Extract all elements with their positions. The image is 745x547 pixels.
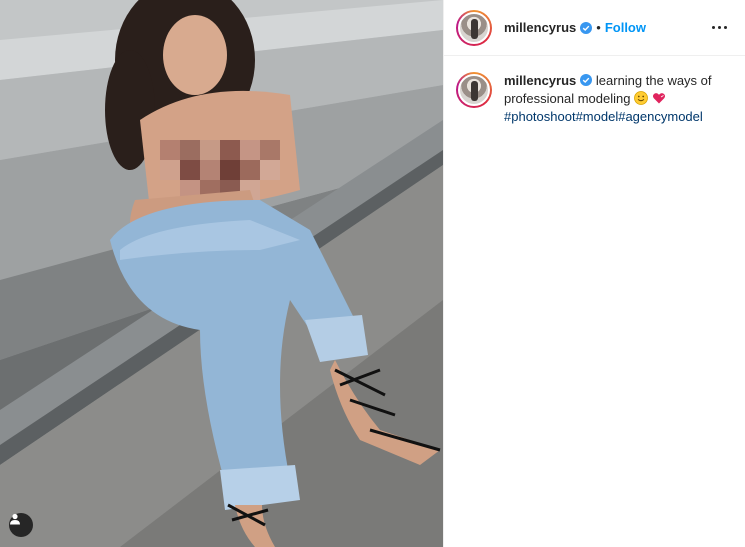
user-tag-button[interactable] (9, 513, 33, 537)
caption-text-line2: professional modeling (504, 91, 631, 106)
header-username[interactable]: millencyrus (504, 20, 576, 35)
hashtag-link[interactable]: #photoshoot (504, 109, 576, 124)
instagram-post: millencyrus • Follow millencyrus learnin… (0, 0, 745, 547)
verified-badge-icon (580, 74, 593, 86)
heart-emoji (652, 93, 665, 104)
more-options-icon[interactable] (708, 22, 731, 33)
caption-username[interactable]: millencyrus (504, 73, 576, 88)
story-ring[interactable] (456, 9, 492, 46)
separator-dot: • (596, 20, 601, 35)
caption-story-ring[interactable] (456, 72, 492, 108)
avatar[interactable] (458, 11, 490, 44)
caption-row: millencyrus learning the ways of profess… (444, 56, 745, 126)
photo-illustration (0, 0, 443, 547)
verified-badge-icon (580, 21, 593, 34)
hashtag-link[interactable]: #model (576, 109, 619, 124)
follow-button[interactable]: Follow (605, 20, 646, 35)
post-sidebar: millencyrus • Follow millencyrus learnin… (443, 0, 745, 547)
user-tag-icon (10, 513, 20, 525)
smiling-face-emoji (634, 91, 648, 105)
post-image[interactable] (0, 0, 443, 547)
caption-body: millencyrus learning the ways of profess… (504, 72, 729, 126)
caption-text-line1: learning the ways of (595, 73, 712, 88)
hashtag-link[interactable]: #agencymodel (618, 109, 703, 124)
post-header: millencyrus • Follow (444, 0, 745, 56)
caption-avatar[interactable] (458, 74, 490, 106)
